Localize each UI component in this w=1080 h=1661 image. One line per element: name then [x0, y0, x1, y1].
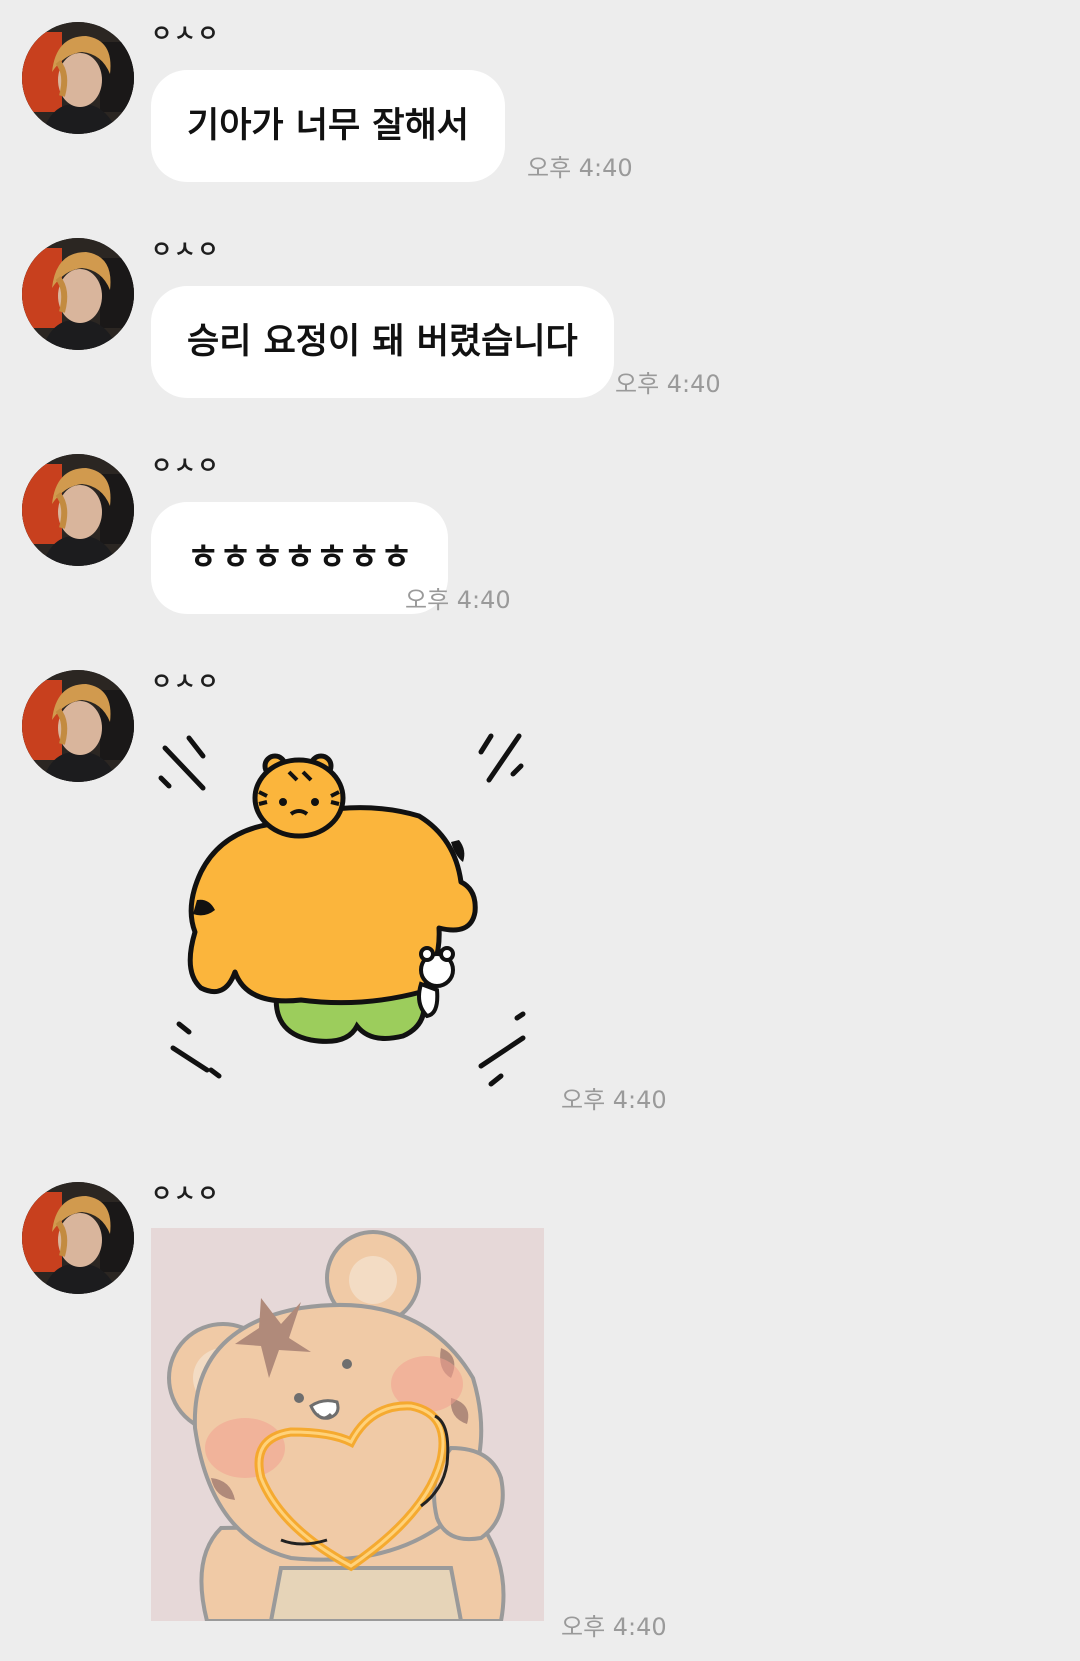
message-time: 오후 4:40	[527, 154, 633, 182]
sender-name: ㅇㅅㅇ	[151, 237, 221, 263]
message-bubble[interactable]: 기아가 너무 잘해서	[151, 70, 505, 182]
avatar[interactable]	[22, 454, 134, 566]
avatar[interactable]	[22, 238, 134, 350]
muscular-tiger-sticker[interactable]	[151, 722, 541, 1102]
sender-name: ㅇㅅㅇ	[151, 669, 221, 695]
message-time: 오후 4:40	[561, 1613, 667, 1641]
avatar[interactable]	[22, 670, 134, 782]
tiger-heart-sticker[interactable]	[151, 1228, 544, 1621]
message-time: 오후 4:40	[405, 586, 511, 614]
message-time: 오후 4:40	[615, 370, 721, 398]
message-time: 오후 4:40	[561, 1086, 667, 1114]
message-bubble[interactable]: 승리 요정이 돼 버렸습니다	[151, 286, 614, 398]
sender-name: ㅇㅅㅇ	[151, 1181, 221, 1207]
sender-name: ㅇㅅㅇ	[151, 21, 221, 47]
avatar[interactable]	[22, 22, 134, 134]
avatar[interactable]	[22, 1182, 134, 1294]
message-bubble[interactable]: ㅎㅎㅎㅎㅎㅎㅎ	[151, 502, 449, 614]
sender-name: ㅇㅅㅇ	[151, 453, 221, 479]
